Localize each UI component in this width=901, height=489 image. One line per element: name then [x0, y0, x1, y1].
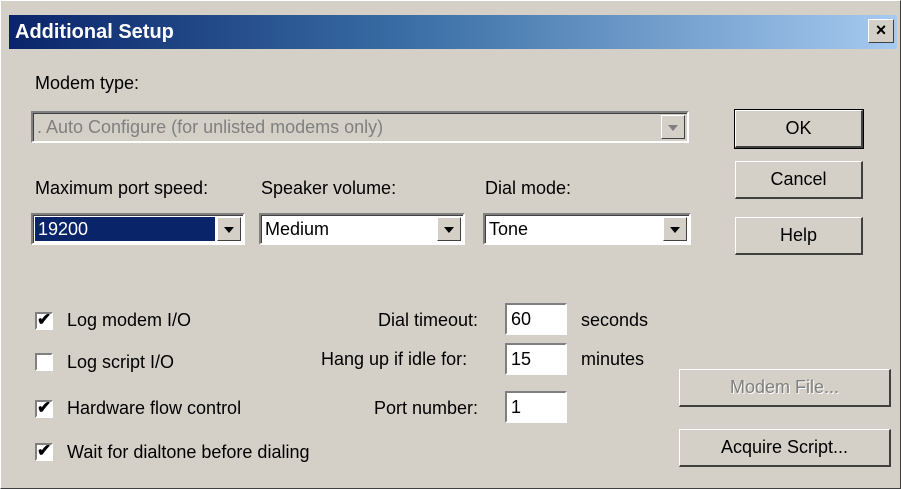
chevron-down-icon[interactable] [437, 217, 461, 241]
dial-mode-select[interactable]: Tone [483, 213, 691, 245]
port-speed-label: Maximum port speed: [35, 178, 209, 198]
dial-timeout-label: Dial timeout: [378, 310, 479, 330]
speaker-volume-select[interactable]: Medium [259, 213, 465, 245]
modem-file-button: Modem File... [679, 369, 891, 407]
modem-type-select: . Auto Configure (for unlisted modems on… [31, 111, 689, 143]
port-speed-value: 19200 [35, 217, 215, 241]
modem-type-label: Modem type: [35, 73, 140, 93]
close-icon: × [875, 20, 887, 40]
log-script-label[interactable]: Log script I/O [67, 352, 174, 373]
wait-dialtone-checkbox[interactable]: ✔ [35, 441, 53, 461]
chevron-down-icon[interactable] [217, 217, 241, 241]
log-script-checkbox[interactable] [35, 353, 53, 371]
speaker-volume-value: Medium [265, 219, 330, 239]
hardware-flow-label[interactable]: Hardware flow control [67, 398, 241, 419]
check-icon: ✔ [37, 398, 52, 417]
dialog-title: Additional Setup [15, 21, 174, 43]
cancel-button[interactable]: Cancel [735, 161, 863, 199]
speaker-volume-label: Speaker volume: [261, 178, 397, 198]
close-button[interactable]: × [868, 19, 894, 43]
port-speed-select[interactable]: 19200 [31, 213, 245, 245]
chevron-down-icon [661, 115, 685, 139]
modem-type-value: . Auto Configure (for unlisted modems on… [37, 117, 384, 137]
port-number-label: Port number: [374, 398, 479, 418]
ok-button-label: OK [785, 118, 812, 138]
ok-button[interactable]: OK [734, 109, 864, 149]
hang-up-input[interactable]: 15 [505, 343, 567, 375]
log-modem-label[interactable]: Log modem I/O [67, 310, 191, 331]
chevron-down-icon[interactable] [663, 217, 687, 241]
cancel-button-label: Cancel [770, 169, 827, 189]
hang-up-label: Hang up if idle for: [321, 349, 468, 369]
additional-setup-dialog: Additional Setup × Modem type: . Auto Co… [0, 0, 901, 489]
modem-file-button-label: Modem File... [729, 377, 840, 397]
dial-mode-value: Tone [489, 219, 529, 239]
check-icon: ✔ [37, 441, 52, 460]
dial-mode-label: Dial mode: [485, 178, 572, 198]
title-bar[interactable]: Additional Setup × [9, 15, 897, 49]
acquire-script-button-label: Acquire Script... [720, 437, 849, 457]
dial-timeout-input[interactable]: 60 [505, 303, 567, 335]
help-button-label: Help [779, 225, 818, 245]
hardware-flow-checkbox[interactable]: ✔ [35, 398, 53, 418]
port-number-input[interactable]: 1 [505, 391, 567, 423]
wait-dialtone-label[interactable]: Wait for dialtone before dialing [67, 442, 309, 463]
acquire-script-button[interactable]: Acquire Script... [679, 429, 891, 467]
hang-up-unit: minutes [581, 349, 645, 369]
help-button[interactable]: Help [735, 217, 863, 255]
dial-timeout-unit: seconds [581, 310, 649, 330]
check-icon: ✔ [37, 310, 52, 329]
log-modem-checkbox[interactable]: ✔ [35, 310, 53, 330]
